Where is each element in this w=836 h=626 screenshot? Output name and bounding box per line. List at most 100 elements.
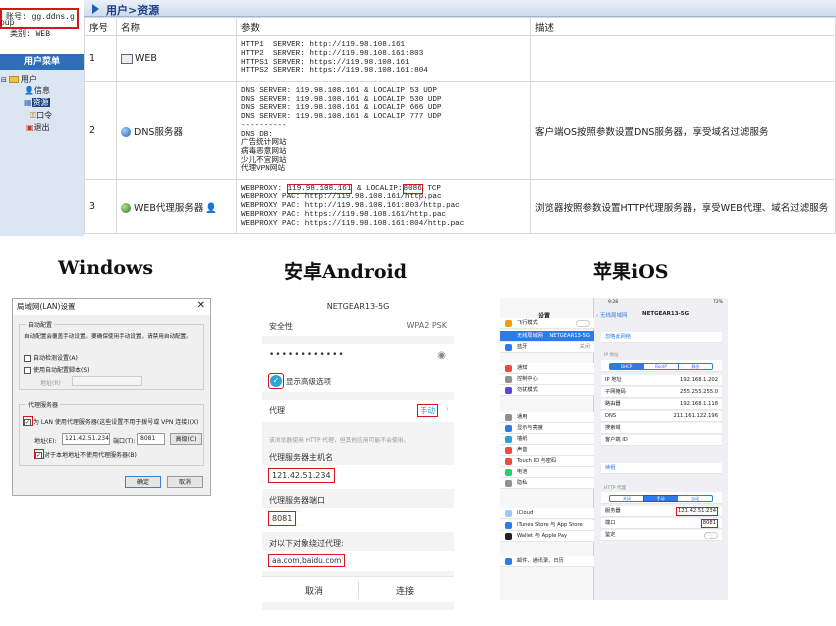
ip-mode-row: DHCP BootP 静态 bbox=[601, 360, 722, 372]
col-params: 参数 bbox=[236, 17, 531, 36]
web-icon bbox=[121, 53, 133, 64]
airplane-toggle[interactable] bbox=[576, 320, 590, 327]
ip-row-key: 客户端 ID bbox=[605, 437, 628, 443]
ios-menu-item[interactable]: iTunes Store 与 App Store bbox=[500, 520, 594, 531]
ios-menu-item[interactable]: 勿扰模式 bbox=[500, 385, 594, 396]
server-value[interactable]: 121.42.51.234 bbox=[676, 507, 718, 516]
password-field[interactable]: •••••••••••• bbox=[269, 350, 345, 360]
ios-menu-item[interactable]: 通用 bbox=[500, 412, 594, 423]
folder-icon bbox=[8, 76, 19, 83]
script-address-input[interactable] bbox=[72, 376, 142, 386]
auto-script-checkbox[interactable]: 使用自动配置脚本(S) bbox=[24, 365, 90, 374]
tree-item-resource[interactable]: ▦资源 bbox=[24, 97, 50, 108]
tree-item-logout[interactable]: ▣退出 bbox=[26, 122, 50, 133]
android-connect-button[interactable]: 连接 bbox=[396, 584, 414, 597]
cancel-button[interactable]: 取消 bbox=[167, 476, 203, 488]
close-icon[interactable]: ✕ bbox=[197, 300, 205, 311]
bypass-checkbox[interactable]: ✓ 对于本地地址不使用代理服务器(B) bbox=[35, 450, 137, 459]
ios-settings: iPad 9:28 72% 设置 飞行模式无线局域网NETGEAR13-5G蓝牙… bbox=[500, 298, 728, 600]
ip-row-key: 搜索域 bbox=[605, 425, 621, 431]
port-value[interactable]: 8081 bbox=[700, 519, 718, 528]
ios-sidebar: 设置 飞行模式 无线局域网 NETGEAR13-5G 蓝牙 关闭 通知 控制中心 勿扰模式 通用… bbox=[500, 298, 594, 600]
android-ssid: NETGEAR13-5G bbox=[262, 298, 454, 316]
eye-icon[interactable]: ◉ bbox=[437, 350, 446, 361]
ios-menu-item[interactable]: 隐私 bbox=[500, 478, 594, 489]
tree-item-password[interactable]: ⚿口令 bbox=[30, 110, 52, 121]
ios-menu-item[interactable]: iCloud bbox=[500, 508, 594, 519]
resource-icon: ▦ bbox=[24, 98, 32, 107]
ip-row-key: IP 地址 bbox=[605, 377, 622, 383]
auth-toggle[interactable] bbox=[704, 532, 718, 539]
tree-root[interactable]: ⊟ 用户 bbox=[1, 74, 37, 85]
ip-segmented-control[interactable]: DHCP BootP 静态 bbox=[609, 363, 713, 370]
proxy-row[interactable]: 代理 手动 › bbox=[262, 400, 454, 422]
row-desc bbox=[530, 35, 836, 82]
addr-label: 地址(E): bbox=[34, 438, 57, 445]
ios-menu-item[interactable]: 无线局域网 NETGEAR13-5G bbox=[500, 331, 594, 342]
bypass-label: 对以下对象绕过代理: bbox=[269, 539, 344, 548]
segment-off[interactable]: 关闭 bbox=[610, 496, 644, 501]
row-name[interactable]: WEB代理服务器 👤 bbox=[116, 179, 237, 234]
setting-icon bbox=[505, 425, 512, 432]
ios-menu-item[interactable]: 控制中心 bbox=[500, 374, 594, 385]
ios-menu-item[interactable]: 邮件、通讯录、日历 bbox=[500, 556, 594, 567]
forget-network[interactable]: 忽略此网络 bbox=[601, 332, 722, 343]
ios-menu-item[interactable]: 声音 bbox=[500, 445, 594, 456]
password-row[interactable]: •••••••••••• ◉ bbox=[262, 344, 454, 370]
segment-static[interactable]: 静态 bbox=[677, 364, 712, 369]
ios-menu-label: 隐私 bbox=[517, 480, 528, 486]
ip-row-value: 192.168.1.118 bbox=[680, 401, 718, 407]
ip-row: 子网掩码 255.255.255.0 bbox=[601, 387, 722, 398]
back-button[interactable]: ‹ 无线局域网 bbox=[596, 311, 627, 319]
renew-lease[interactable]: 续租 bbox=[601, 463, 722, 474]
ios-menu-item[interactable]: 通知 bbox=[500, 363, 594, 374]
auth-row[interactable]: 鉴定 bbox=[601, 530, 722, 541]
bypass-input[interactable]: aa.com,baidu.com bbox=[268, 554, 346, 567]
proxy-group: 代理服务器 ✓ 为 LAN 使用代理服务器(这些设置不用于拨号或 VPN 连接)(… bbox=[19, 400, 204, 466]
breadcrumb: 用户>资源 bbox=[106, 4, 160, 17]
port-row[interactable]: 端口 8081 bbox=[601, 518, 722, 529]
android-cancel-button[interactable]: 取消 bbox=[305, 584, 323, 597]
ios-menu-item[interactable]: 显示与亮度 bbox=[500, 423, 594, 434]
proxy-port-input[interactable]: 8081 bbox=[137, 433, 165, 445]
ios-menu-item[interactable]: 墙纸 bbox=[500, 434, 594, 445]
tree-item-info-label: 信息 bbox=[33, 86, 50, 95]
advanced-button[interactable]: 高级(C) bbox=[170, 433, 202, 445]
row-params: WEBPROXY PAC: http://119.98.108.161/http… bbox=[241, 193, 465, 228]
ip-row-key: DNS bbox=[605, 413, 617, 419]
segment-manual[interactable]: 手动 bbox=[642, 495, 679, 502]
host-input[interactable]: 121.42.51.234 bbox=[268, 468, 335, 483]
setting-icon bbox=[505, 414, 512, 421]
ios-menu-item[interactable]: 蓝牙 关闭 bbox=[500, 342, 594, 353]
ios-menu-item[interactable]: Touch ID 与密码 bbox=[500, 456, 594, 467]
setting-icon bbox=[505, 522, 512, 529]
ios-menu-item[interactable]: 电池 bbox=[500, 467, 594, 478]
user-icon: 👤 bbox=[24, 86, 34, 95]
proxy-segmented-control[interactable]: 关闭 手动 自动 bbox=[609, 495, 713, 502]
segment-auto[interactable]: 自动 bbox=[677, 496, 712, 501]
advanced-row[interactable]: ✓ 显示高级选项 bbox=[262, 370, 454, 392]
ios-menu-item[interactable]: 飞行模式 bbox=[500, 318, 594, 329]
ip-row-value: 255.255.255.0 bbox=[680, 389, 718, 395]
tree-item-info[interactable]: 👤信息 bbox=[24, 85, 50, 96]
ok-button[interactable]: 确定 bbox=[125, 476, 161, 488]
port-label: 代理服务器端口 bbox=[269, 496, 325, 505]
row-name[interactable]: WEB bbox=[116, 35, 237, 82]
ios-menu-item[interactable]: Wallet 与 Apple Pay bbox=[500, 531, 594, 542]
host-label: 代理服务器主机名 bbox=[269, 453, 333, 462]
segment-bootp[interactable]: BootP bbox=[643, 364, 677, 369]
ios-menu-label: 显示与亮度 bbox=[517, 425, 543, 431]
port-input[interactable]: 8081 bbox=[268, 511, 297, 526]
ip-row: 客户端 ID bbox=[601, 435, 722, 446]
server-row[interactable]: 服务器 121.42.51.234 bbox=[601, 506, 722, 517]
table-row: 3 WEB代理服务器 👤 WEBPROXY: 119.98.108.161 & L… bbox=[84, 179, 836, 234]
auto-detect-checkbox[interactable]: 自动检测设置(A) bbox=[24, 353, 78, 362]
ios-menu-label: 勿扰模式 bbox=[517, 387, 538, 393]
proxy-address-input[interactable]: 121.42.51.234 bbox=[62, 433, 110, 445]
segment-dhcp[interactable]: DHCP bbox=[610, 364, 644, 369]
tree-item-logout-label: 退出 bbox=[33, 123, 50, 132]
row-name[interactable]: DNS服务器 bbox=[116, 81, 237, 180]
dns-globe-icon bbox=[121, 127, 131, 137]
ip-row: 搜索域 bbox=[601, 423, 722, 434]
use-proxy-checkbox[interactable]: ✓ 为 LAN 使用代理服务器(这些设置不用于拨号或 VPN 连接)(X) bbox=[24, 417, 202, 426]
